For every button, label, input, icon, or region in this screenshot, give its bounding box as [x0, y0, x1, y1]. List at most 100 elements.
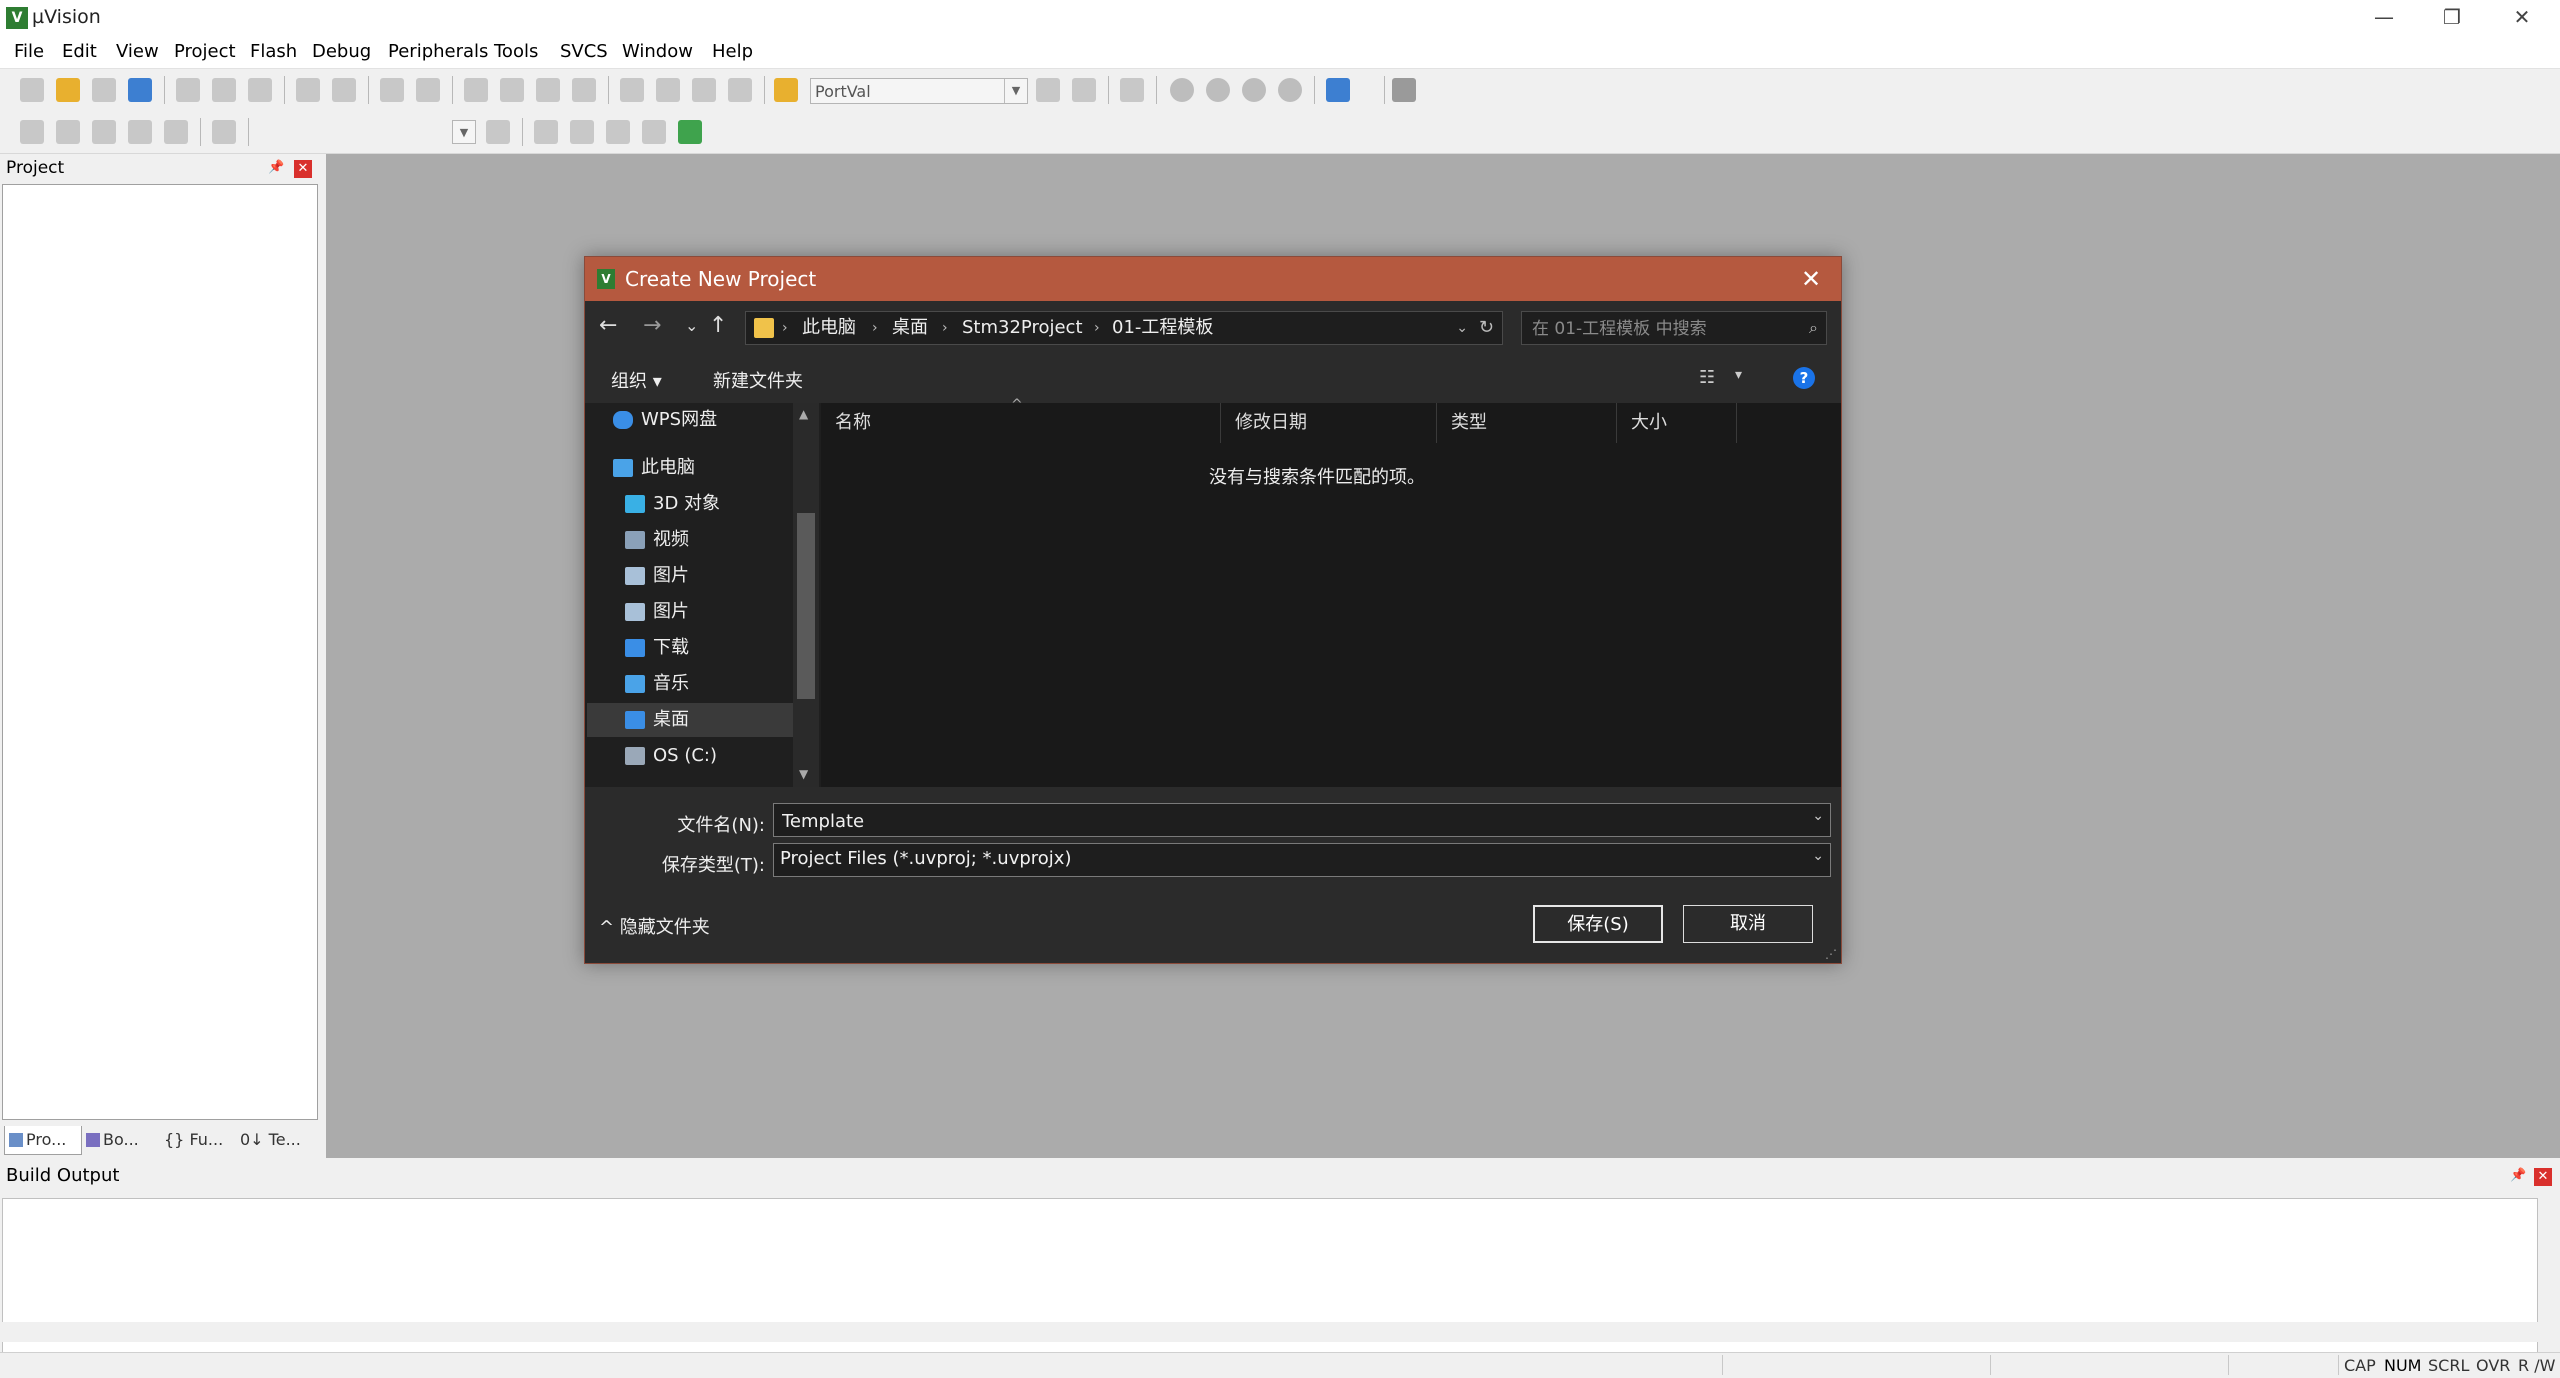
- pin-icon[interactable]: 📌: [2510, 1169, 2526, 1183]
- batch-build-icon[interactable]: [128, 120, 152, 144]
- restore-button[interactable]: ❐: [2418, 0, 2486, 36]
- bookmark-icon[interactable]: [464, 78, 488, 102]
- menu-help[interactable]: Help: [712, 41, 753, 62]
- new-file-icon[interactable]: [20, 78, 44, 102]
- new-folder-button[interactable]: 新建文件夹: [713, 367, 803, 393]
- prev-bookmark-icon[interactable]: [500, 78, 524, 102]
- menu-flash[interactable]: Flash: [250, 41, 297, 62]
- unindent-icon[interactable]: [656, 78, 680, 102]
- tab-books[interactable]: Bo...: [82, 1126, 158, 1154]
- help-icon[interactable]: ?: [1793, 367, 1815, 389]
- scroll-up-icon[interactable]: ▲: [799, 407, 808, 421]
- filename-input[interactable]: [780, 808, 1764, 834]
- close-panel-icon[interactable]: ✕: [294, 160, 312, 178]
- kill-breakpoints-icon[interactable]: [1242, 78, 1266, 102]
- column-type[interactable]: 类型: [1437, 403, 1617, 443]
- translate-icon[interactable]: [20, 120, 44, 144]
- select-packs-icon[interactable]: [642, 120, 666, 144]
- horizontal-scrollbar[interactable]: [2, 1322, 2538, 1342]
- view-options-icon[interactable]: ☷: [1699, 367, 1721, 388]
- menu-edit[interactable]: Edit: [62, 41, 97, 62]
- disable-all-breakpoints-icon[interactable]: [1278, 78, 1302, 102]
- menu-debug[interactable]: Debug: [312, 41, 371, 62]
- close-panel-icon[interactable]: ✕: [2534, 1168, 2552, 1186]
- file-list[interactable]: 名称 ^ 修改日期 类型 大小 没有与搜索条件匹配的项。: [821, 397, 1841, 787]
- minimize-button[interactable]: —: [2350, 0, 2418, 36]
- dialog-title-bar[interactable]: V Create New Project ✕: [585, 257, 1841, 301]
- breadcrumb-stm32project[interactable]: Stm32Project: [962, 312, 1083, 344]
- disable-breakpoint-icon[interactable]: [1206, 78, 1230, 102]
- save-icon[interactable]: [92, 78, 116, 102]
- build-icon[interactable]: [56, 120, 80, 144]
- manage-components-icon[interactable]: [534, 120, 558, 144]
- pin-icon[interactable]: 📌: [268, 161, 284, 175]
- stop-build-icon[interactable]: [164, 120, 188, 144]
- navigation-pane-scrollbar[interactable]: ▲ ▼: [793, 403, 819, 787]
- debug-session-icon[interactable]: [1120, 78, 1144, 102]
- save-type-select[interactable]: Project Files (*.uvproj; *.uvprojx) ⌄: [773, 843, 1831, 877]
- menu-svcs[interactable]: SVCS: [560, 41, 608, 62]
- resize-grip-icon[interactable]: ⋰: [1825, 947, 1837, 961]
- redo-icon[interactable]: [332, 78, 356, 102]
- clear-bookmarks-icon[interactable]: [572, 78, 596, 102]
- vertical-scrollbar[interactable]: [2538, 1198, 2558, 1358]
- window-layout-icon[interactable]: [1326, 78, 1350, 102]
- chevron-down-icon[interactable]: ⌄: [1812, 848, 1824, 864]
- recent-locations-icon[interactable]: ⌄: [685, 313, 698, 339]
- scrollbar-thumb[interactable]: [797, 513, 815, 699]
- organize-button[interactable]: 组织 ▾: [611, 367, 662, 393]
- nav-item-this-pc[interactable]: 此电脑: [613, 451, 819, 485]
- menu-tools[interactable]: Tools: [494, 41, 538, 62]
- next-bookmark-icon[interactable]: [536, 78, 560, 102]
- chevron-down-icon[interactable]: ⌄: [1812, 808, 1824, 824]
- indent-icon[interactable]: [620, 78, 644, 102]
- save-all-icon[interactable]: [128, 78, 152, 102]
- target-select-dropdown[interactable]: ▼: [452, 120, 476, 144]
- search-input[interactable]: [1530, 316, 1794, 342]
- run-time-environment-icon[interactable]: [678, 120, 702, 144]
- undo-icon[interactable]: [296, 78, 320, 102]
- find-replace-icon[interactable]: [1072, 78, 1096, 102]
- close-window-button[interactable]: ✕: [2488, 0, 2556, 36]
- menu-file[interactable]: File: [14, 41, 44, 62]
- manage-packs-icon[interactable]: [606, 120, 630, 144]
- cancel-button[interactable]: 取消: [1683, 905, 1813, 943]
- save-button[interactable]: 保存(S): [1533, 905, 1663, 943]
- tab-templates[interactable]: 0↓ Te...: [236, 1126, 318, 1154]
- tab-functions[interactable]: {} Fu...: [160, 1126, 236, 1154]
- navigate-back-icon[interactable]: [380, 78, 404, 102]
- chevron-down-icon[interactable]: ▼: [1004, 79, 1027, 103]
- comment-icon[interactable]: [692, 78, 716, 102]
- nav-item-desktop[interactable]: 桌面: [587, 703, 793, 737]
- column-size[interactable]: 大小: [1617, 403, 1737, 443]
- back-arrow-icon[interactable]: ←: [599, 313, 617, 339]
- hide-folders-toggle[interactable]: ^ 隐藏文件夹: [599, 913, 710, 939]
- breakpoint-icon[interactable]: [1170, 78, 1194, 102]
- paste-icon[interactable]: [248, 78, 272, 102]
- view-dropdown-icon[interactable]: ▾: [1735, 367, 1742, 383]
- column-modified-date[interactable]: 修改日期: [1221, 403, 1437, 443]
- nav-item-wps[interactable]: WPS网盘: [613, 403, 819, 437]
- menu-project[interactable]: Project: [174, 41, 236, 62]
- address-dropdown-icon[interactable]: ⌄: [1456, 312, 1468, 344]
- target-options-icon[interactable]: [486, 120, 510, 144]
- breadcrumb-this-pc[interactable]: 此电脑: [802, 312, 856, 344]
- breadcrumb-current-folder[interactable]: 01-工程模板: [1112, 312, 1213, 344]
- find-in-files-icon[interactable]: [774, 78, 798, 102]
- menu-view[interactable]: View: [116, 41, 159, 62]
- configure-icon[interactable]: [1392, 78, 1416, 102]
- address-bar[interactable]: › 此电脑 › 桌面 › Stm32Project › 01-工程模板 ⌄ ↻: [745, 311, 1503, 345]
- file-extensions-icon[interactable]: [570, 120, 594, 144]
- find-combo[interactable]: PortVal ▼: [810, 78, 1028, 104]
- rebuild-icon[interactable]: [92, 120, 116, 144]
- copy-icon[interactable]: [212, 78, 236, 102]
- search-icon[interactable]: ⌕: [1809, 318, 1818, 338]
- navigate-forward-icon[interactable]: [416, 78, 440, 102]
- open-file-icon[interactable]: [56, 78, 80, 102]
- download-icon[interactable]: [212, 120, 236, 144]
- menu-peripherals[interactable]: Peripherals: [388, 41, 488, 62]
- dialog-close-button[interactable]: ✕: [1791, 257, 1831, 301]
- incremental-find-icon[interactable]: [1036, 78, 1060, 102]
- tab-project[interactable]: Pro...: [4, 1126, 82, 1155]
- cut-icon[interactable]: [176, 78, 200, 102]
